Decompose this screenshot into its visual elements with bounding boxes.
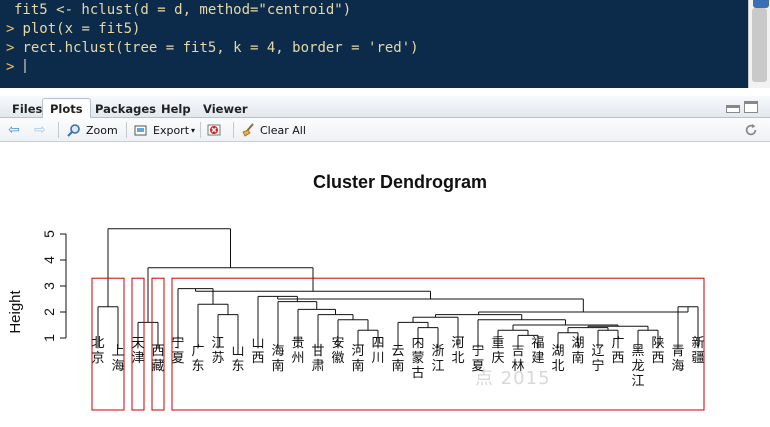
magnifier-icon bbox=[67, 124, 80, 137]
export-button[interactable]: Export ▾ bbox=[134, 122, 195, 138]
chart-title: Cluster Dendrogram bbox=[313, 172, 487, 192]
text-cursor bbox=[24, 59, 27, 73]
chevron-down-icon: ▾ bbox=[191, 125, 196, 135]
plot-viewer: Cluster Dendrogram Height 1 2 3 4 5 北京 上海 天津 西藏… bbox=[0, 142, 770, 423]
leaf-label: 上海 bbox=[111, 344, 124, 374]
leaf-label: 黑龙江 bbox=[631, 344, 644, 389]
leaf-label: 河北 bbox=[451, 336, 464, 366]
zoom-button[interactable]: Zoom bbox=[67, 122, 118, 138]
plots-toolbar: ⇦ ⇨ Zoom Export ▾ Clear All bbox=[0, 118, 770, 142]
export-icon bbox=[134, 125, 147, 136]
leaf-label: 西藏 bbox=[151, 344, 164, 374]
tab-help[interactable]: Help bbox=[153, 98, 199, 117]
console-command: fit5 <- hclust(d = d, method="centroid") bbox=[14, 2, 352, 18]
leaf-label: 浙江 bbox=[431, 344, 444, 374]
r-console[interactable]: fit5 <- hclust(d = d, method="centroid")… bbox=[0, 0, 748, 88]
leaf-label: 江苏 bbox=[211, 336, 224, 366]
refresh-icon bbox=[745, 123, 757, 136]
y-tick-label: 1 bbox=[41, 334, 57, 342]
console-input-line[interactable]: > bbox=[6, 58, 748, 77]
y-tick-label: 3 bbox=[41, 282, 57, 290]
y-tick-label: 2 bbox=[41, 308, 57, 316]
export-label: Export bbox=[153, 123, 190, 137]
broom-icon bbox=[242, 123, 254, 137]
leaf-label: 内蒙古 bbox=[411, 335, 424, 381]
maximize-pane-icon[interactable] bbox=[744, 101, 758, 113]
back-button[interactable]: ⇦ bbox=[8, 122, 20, 138]
leaf-label: 青海 bbox=[671, 344, 684, 374]
toolbar-divider bbox=[200, 122, 201, 138]
leaf-label: 辽宁 bbox=[591, 344, 604, 374]
toolbar-divider bbox=[58, 122, 59, 138]
leaf-label: 陕西 bbox=[651, 336, 664, 366]
zoom-label: Zoom bbox=[86, 123, 118, 137]
refresh-button[interactable] bbox=[744, 122, 763, 138]
leaf-label: 广西 bbox=[611, 336, 624, 366]
clear-all-button[interactable]: Clear All bbox=[241, 122, 306, 138]
leaf-label: 重庆 bbox=[491, 335, 504, 366]
forward-arrow-icon: ⇨ bbox=[34, 122, 46, 138]
leaf-label: 广东 bbox=[191, 344, 204, 374]
console-line: > rect.hclust(tree = fit5, k = 4, border … bbox=[6, 39, 748, 58]
console-command: plot(x = fit5) bbox=[22, 21, 141, 37]
console-line: > plot(x = fit5) bbox=[6, 20, 748, 39]
clear-all-label: Clear All bbox=[260, 123, 306, 137]
forward-button[interactable]: ⇨ bbox=[34, 122, 46, 138]
y-axis-label: Height bbox=[7, 289, 24, 333]
back-arrow-icon: ⇦ bbox=[8, 122, 20, 138]
leaf-label: 河南 bbox=[351, 344, 364, 374]
leaf-label: 贵州 bbox=[291, 336, 304, 366]
console-command: rect.hclust(tree = fit5, k = 4, border =… bbox=[22, 40, 419, 56]
leaf-label: 湖北 bbox=[551, 344, 564, 374]
leaf-label: 四川 bbox=[371, 336, 384, 366]
leaf-label: 湖南 bbox=[571, 336, 584, 366]
toolbar-divider bbox=[233, 122, 234, 138]
leaf-label: 北京 bbox=[91, 336, 104, 366]
pane-window-controls bbox=[726, 101, 762, 115]
leaf-label: 山西 bbox=[251, 336, 264, 366]
leaf-label: 云南 bbox=[391, 344, 404, 374]
console-prompt: > bbox=[6, 21, 15, 37]
tab-viewer[interactable]: Viewer bbox=[195, 98, 256, 117]
leaf-label: 山东 bbox=[231, 344, 244, 374]
console-prompt: > bbox=[6, 59, 15, 75]
leaf-label: 天津 bbox=[131, 336, 144, 366]
leaf-label: 宁夏 bbox=[171, 335, 184, 366]
scrollbar-thumb[interactable] bbox=[752, 8, 767, 82]
minimize-pane-icon[interactable] bbox=[726, 105, 740, 113]
y-tick-label: 4 bbox=[41, 256, 57, 264]
console-prompt: > bbox=[6, 40, 15, 56]
tab-plots[interactable]: Plots bbox=[42, 98, 91, 119]
leaf-label: 海南 bbox=[271, 344, 284, 374]
console-scrollbar[interactable] bbox=[748, 0, 770, 88]
leaf-label: 新疆 bbox=[691, 335, 704, 366]
remove-plot-button[interactable] bbox=[207, 122, 226, 138]
y-tick-label: 5 bbox=[41, 230, 57, 238]
leaf-label: 安徽 bbox=[331, 336, 344, 366]
leaf-label: 福建 bbox=[531, 336, 544, 366]
watermark: 点 2015 bbox=[475, 368, 551, 389]
scrollbar-corner bbox=[753, 0, 769, 8]
pane-tabbar: Files Plots Packages Help Viewer bbox=[0, 96, 770, 119]
remove-plot-icon bbox=[207, 124, 221, 136]
dendrogram-chart: Cluster Dendrogram Height 1 2 3 4 5 北京 上海天津 西藏… bbox=[7, 172, 705, 411]
leaf-label: 甘肃 bbox=[311, 344, 324, 374]
toolbar-divider bbox=[126, 122, 127, 138]
console-line: fit5 <- hclust(d = d, method="centroid") bbox=[6, 1, 748, 20]
